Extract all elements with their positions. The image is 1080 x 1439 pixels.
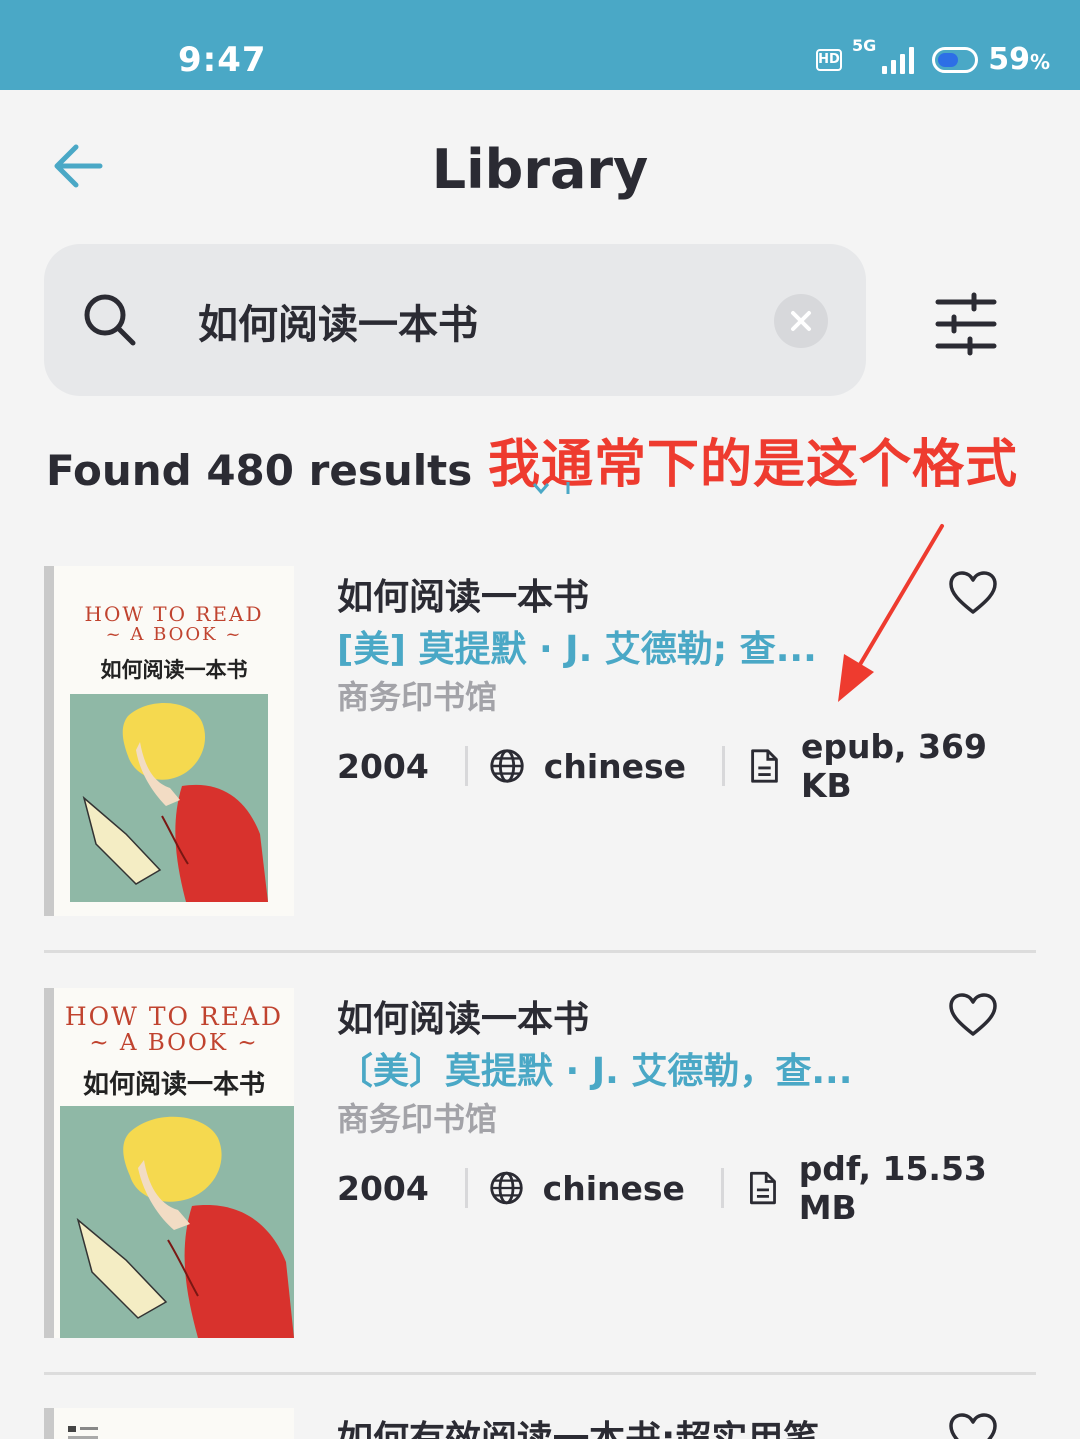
book-file-info: epub, 369 KB: [800, 727, 987, 805]
meta-divider: [720, 1168, 724, 1208]
meta-divider: [464, 746, 468, 786]
book-language: chinese: [543, 746, 687, 786]
book-title[interactable]: 如何有效阅读一本书:超实用笔: [337, 1410, 819, 1439]
book-cover: [44, 1408, 294, 1439]
status-time: 9:47: [178, 40, 267, 80]
cover-illustration: [60, 1106, 294, 1338]
cover-title: 如何阅读一本书: [100, 657, 248, 682]
decorative-marks: [532, 482, 570, 495]
cover-line2: ~ A BOOK ~: [89, 1030, 259, 1056]
file-icon: [751, 749, 778, 783]
book-publisher: 商务印书馆: [337, 678, 498, 716]
book-cover: HOW TO READ ~ A BOOK ~ 如何阅读一本书: [44, 988, 294, 1338]
book-cover: HOW TO READ ~ A BOOK ~ 如何阅读一本书: [44, 566, 294, 916]
status-bar: 9:47 HD 5G 59%: [0, 0, 1080, 90]
battery-icon: [932, 46, 979, 73]
filter-button[interactable]: [930, 292, 1002, 356]
cover-line1: HOW TO READ: [64, 1002, 284, 1031]
cover-logo-icon: [68, 1426, 98, 1439]
status-indicators: HD 5G 59%: [816, 36, 1051, 77]
clear-search-button[interactable]: [774, 294, 828, 348]
meta-divider: [464, 1168, 468, 1208]
book-author[interactable]: 〔美〕莫提默 · J. 艾德勒，查...: [337, 1042, 852, 1094]
battery-percent: 59%: [988, 42, 1051, 77]
book-language: chinese: [542, 1168, 685, 1208]
book-title[interactable]: 如何阅读一本书: [337, 568, 589, 620]
book-year: 2004: [337, 746, 429, 786]
book-file-info: pdf, 15.53 MB: [798, 1149, 987, 1227]
book-author[interactable]: [美] 莫提默 · J. 艾德勒; 查...: [337, 620, 817, 672]
hd-icon: HD: [816, 48, 842, 71]
network-type: 5G: [852, 36, 877, 55]
list-item[interactable]: HOW TO READ ~ A BOOK ~ 如何阅读一本书 如何阅读一本书 〔…: [44, 988, 1036, 1368]
favorite-heart-icon[interactable]: [947, 1412, 999, 1439]
meta-divider: [722, 746, 725, 786]
signal-icon: [882, 46, 915, 74]
book-publisher: 商务印书馆: [337, 1100, 498, 1138]
cover-illustration: [70, 694, 268, 902]
results-count: Found 480 results: [46, 446, 473, 495]
book-meta: 2004 chinese pdf, 15.53 MB: [337, 1149, 1037, 1227]
list-item[interactable]: HOW TO READ ~ A BOOK ~ 如何阅读一本书 如何阅读一本书 […: [44, 566, 1036, 946]
search-bar[interactable]: [44, 244, 866, 396]
battery-level-fill: [938, 52, 959, 67]
list-item[interactable]: 如何有效阅读一本书:超实用笔: [44, 1408, 1036, 1439]
book-meta: 2004 chinese epub, 369 KB: [337, 727, 1037, 805]
search-icon: [84, 294, 136, 346]
globe-icon: [490, 749, 524, 783]
page-title: Library: [431, 138, 649, 201]
list-divider: [44, 950, 1036, 953]
list-divider: [44, 1372, 1036, 1375]
cover-title: 如何阅读一本书: [82, 1070, 265, 1100]
search-input[interactable]: [198, 288, 758, 354]
globe-icon: [489, 1171, 523, 1205]
book-title[interactable]: 如何阅读一本书: [337, 990, 589, 1042]
sliders-icon: [935, 292, 997, 356]
file-icon: [749, 1171, 776, 1205]
favorite-heart-icon[interactable]: [947, 992, 999, 1038]
cover-line1: HOW TO READ: [84, 602, 264, 626]
close-icon: [791, 311, 811, 331]
book-year: 2004: [337, 1168, 429, 1208]
cover-line2: ~ A BOOK ~: [105, 624, 243, 645]
favorite-heart-icon[interactable]: [947, 570, 999, 616]
